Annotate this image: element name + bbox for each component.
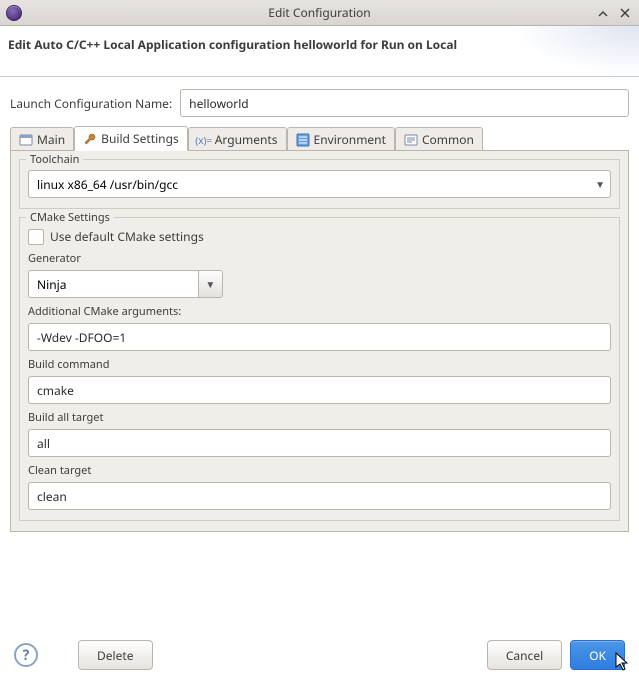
toolchain-legend: Toolchain: [26, 152, 83, 167]
generator-label: Generator: [28, 251, 611, 266]
toolchain-combo[interactable]: ▼: [28, 170, 611, 198]
generator-value[interactable]: [28, 270, 199, 298]
arguments-icon: (x)=: [197, 133, 211, 147]
close-button[interactable]: [617, 5, 633, 21]
window-buttons: [595, 5, 633, 21]
dialog-header-text: Edit Auto C/C++ Local Application config…: [8, 36, 631, 53]
clean-target-label: Clean target: [28, 463, 611, 478]
tab-arguments-label: Arguments: [215, 131, 278, 148]
additional-args-label: Additional CMake arguments:: [28, 304, 611, 319]
toolchain-fieldset: Toolchain ▼: [19, 159, 620, 209]
main-tab-icon: [19, 133, 33, 147]
wrench-icon: [83, 132, 97, 146]
launch-name-row: Launch Configuration Name:: [10, 89, 629, 117]
minimize-button[interactable]: [595, 5, 611, 21]
titlebar: Edit Configuration: [0, 0, 639, 26]
tab-main-label: Main: [37, 131, 65, 148]
ok-button[interactable]: OK: [570, 640, 625, 670]
toolchain-value[interactable]: [28, 170, 611, 198]
chevron-down-icon: ▼: [205, 277, 215, 291]
cmake-fieldset: CMake Settings Use default CMake setting…: [19, 217, 620, 521]
build-all-target-input[interactable]: [28, 429, 611, 457]
additional-args-input[interactable]: [28, 323, 611, 351]
generator-drop-button[interactable]: ▼: [199, 270, 223, 298]
window-title: Edit Configuration: [0, 4, 639, 21]
tab-content: Toolchain ▼ CMake Settings Use default C…: [10, 150, 629, 532]
common-icon: [404, 133, 418, 147]
launch-name-label: Launch Configuration Name:: [10, 95, 172, 112]
cancel-button[interactable]: Cancel: [487, 640, 562, 670]
generator-combo[interactable]: ▼: [28, 270, 223, 298]
tab-main[interactable]: Main: [10, 127, 74, 151]
environment-icon: [296, 133, 310, 147]
tab-bar: Main Build Settings (x)= Arguments Envir…: [10, 127, 629, 151]
delete-button[interactable]: Delete: [78, 640, 153, 670]
cmake-legend: CMake Settings: [26, 210, 114, 225]
eclipse-logo-icon: [6, 5, 22, 21]
use-default-cmake-row: Use default CMake settings: [28, 228, 611, 245]
tab-build-settings-label: Build Settings: [101, 130, 179, 147]
dialog-footer: ? Delete Cancel OK: [0, 630, 639, 686]
tab-environment-label: Environment: [314, 131, 386, 148]
build-command-input[interactable]: [28, 376, 611, 404]
cancel-button-label: Cancel: [506, 647, 543, 664]
tab-build-settings[interactable]: Build Settings: [74, 126, 188, 151]
clean-target-input[interactable]: [28, 482, 611, 510]
build-all-target-label: Build all target: [28, 410, 611, 425]
build-command-label: Build command: [28, 357, 611, 372]
tab-common[interactable]: Common: [395, 127, 483, 151]
help-icon: ?: [23, 646, 30, 665]
use-default-cmake-checkbox[interactable]: [28, 229, 44, 245]
tab-arguments[interactable]: (x)= Arguments: [188, 127, 287, 151]
tab-common-label: Common: [422, 131, 474, 148]
delete-button-label: Delete: [97, 647, 134, 664]
launch-name-input[interactable]: [180, 89, 629, 117]
dialog-body: Launch Configuration Name: Main Build Se…: [0, 77, 639, 533]
tab-environment[interactable]: Environment: [287, 127, 395, 151]
use-default-cmake-label: Use default CMake settings: [50, 228, 204, 245]
help-button[interactable]: ?: [14, 643, 38, 667]
dialog-header: Edit Auto C/C++ Local Application config…: [0, 26, 639, 76]
ok-button-label: OK: [589, 647, 606, 664]
